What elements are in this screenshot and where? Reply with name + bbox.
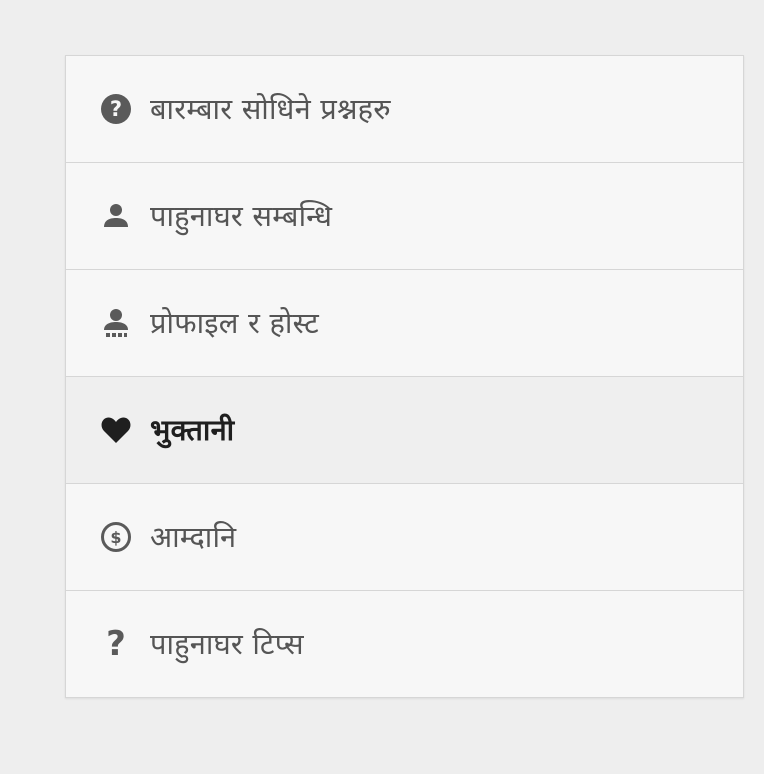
heart-icon [100,414,132,446]
menu-item-guesthouse[interactable]: पाहुनाघर सम्बन्धि [66,163,743,270]
menu-item-payment[interactable]: भुक्तानी [66,377,743,484]
menu-item-profile-host[interactable]: प्रोफाइल र होस्ट [66,270,743,377]
dollar-circle-icon: $ [100,521,132,553]
question-mark-icon: ? [106,624,126,664]
help-menu: ? बारम्बार सोधिने प्रश्नहरु पाहुनाघर सम्… [65,55,744,698]
menu-item-guesthouse-tips[interactable]: ? पाहुनाघर टिप्स [66,591,743,697]
help-circle-icon: ? [100,93,132,125]
svg-text:?: ? [110,97,122,121]
menu-item-label: प्रोफाइल र होस्ट [150,305,319,340]
svg-text:$: $ [110,528,121,547]
menu-item-label: भुक्तानी [150,412,235,447]
menu-item-faq[interactable]: ? बारम्बार सोधिने प्रश्नहरु [66,56,743,163]
menu-item-label: आम्दानि [150,519,237,554]
person-dots-icon [100,307,132,339]
menu-item-income[interactable]: $ आम्दानि [66,484,743,591]
person-icon [100,200,132,232]
menu-item-label: पाहुनाघर टिप्स [150,626,304,661]
menu-item-label: बारम्बार सोधिने प्रश्नहरु [150,91,391,126]
menu-item-label: पाहुनाघर सम्बन्धि [150,198,333,233]
